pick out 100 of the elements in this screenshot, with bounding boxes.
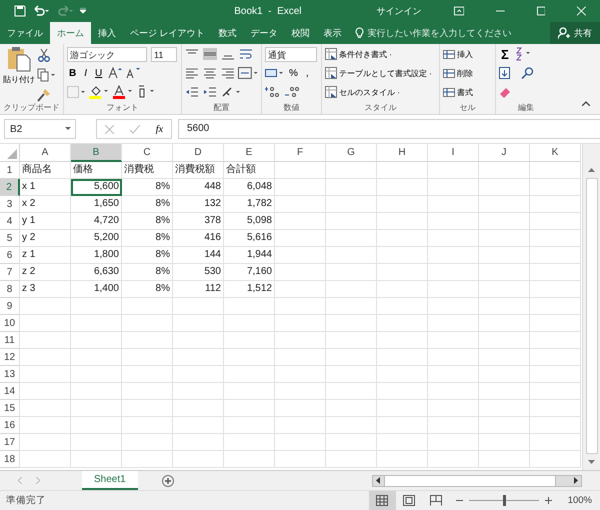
ribbon-tab[interactable]: 表示 <box>316 22 349 44</box>
insert-function-button[interactable]: fx <box>156 124 164 134</box>
format-painter-icon[interactable] <box>37 88 51 102</box>
align-center-icon[interactable] <box>202 67 217 79</box>
column-header[interactable]: B <box>71 144 122 162</box>
row-header[interactable]: 1 <box>0 162 20 179</box>
vertical-scrollbar[interactable] <box>582 144 600 470</box>
row-header[interactable]: 13 <box>0 366 20 383</box>
font-name-dropdown[interactable]: 游ゴシック <box>67 46 147 62</box>
orientation-icon[interactable] <box>221 86 241 98</box>
ribbon-tab[interactable]: 挿入 <box>91 22 123 44</box>
row-header[interactable]: 9 <box>0 298 20 315</box>
shrink-font-icon[interactable] <box>126 67 140 79</box>
row-header[interactable]: 17 <box>0 434 20 451</box>
percent-button[interactable]: % <box>287 68 300 78</box>
ribbon-tab[interactable]: ページ レイアウト <box>123 22 212 44</box>
style-menu-button[interactable]: 条件付き書式 · <box>325 46 436 62</box>
row-header[interactable]: 16 <box>0 417 20 434</box>
row-header[interactable]: 5 <box>0 230 20 247</box>
share-button[interactable]: 共有 <box>550 22 600 44</box>
merge-center-icon[interactable] <box>238 67 258 79</box>
add-sheet-icon[interactable] <box>162 474 174 486</box>
scroll-down-icon[interactable] <box>588 460 595 464</box>
save-icon[interactable] <box>14 5 26 17</box>
formula-input[interactable]: 5600 <box>178 119 600 139</box>
wrap-text-icon[interactable] <box>239 48 253 60</box>
cells-menu-button[interactable]: 削除 <box>443 65 492 81</box>
fill-color-icon[interactable] <box>89 85 109 99</box>
number-format-dropdown[interactable]: 通貨 <box>265 46 317 62</box>
scroll-up-icon[interactable] <box>588 168 595 172</box>
row-header[interactable]: 15 <box>0 400 20 417</box>
row-header[interactable]: 4 <box>0 213 20 230</box>
borders-icon[interactable] <box>67 86 85 98</box>
row-header[interactable]: 11 <box>0 332 20 349</box>
sign-in-link[interactable]: サインイン <box>376 4 422 18</box>
cells-menu-button[interactable]: 挿入 <box>443 46 492 62</box>
ribbon-tab[interactable]: 校閲 <box>284 22 317 44</box>
row-header[interactable]: 12 <box>0 349 20 366</box>
zoom-out-icon[interactable] <box>456 497 463 504</box>
collapse-ribbon-icon[interactable] <box>582 101 590 106</box>
increase-decimal-icon[interactable] <box>265 86 281 98</box>
bold-button[interactable]: B <box>67 68 78 78</box>
search-icon[interactable] <box>521 67 535 79</box>
align-right-icon[interactable] <box>220 67 234 79</box>
column-header[interactable]: K <box>530 144 581 162</box>
font-color-icon[interactable] <box>113 85 133 99</box>
maximize-icon[interactable] <box>536 6 546 16</box>
accounting-icon[interactable] <box>265 67 283 79</box>
tell-me-field[interactable]: 実行したい作業を入力してください <box>354 22 525 44</box>
horizontal-scrollbar[interactable] <box>372 474 582 486</box>
zoom-in-icon[interactable] <box>544 497 552 504</box>
align-middle-icon[interactable] <box>203 48 217 60</box>
name-box[interactable]: B2 <box>4 119 76 139</box>
underline-button[interactable]: U <box>93 68 104 78</box>
ribbon-tab[interactable]: データ <box>244 22 285 44</box>
row-header[interactable]: 6 <box>0 247 20 264</box>
column-header[interactable]: C <box>122 144 173 162</box>
cells-menu-button[interactable]: 書式 <box>443 84 492 100</box>
close-icon[interactable] <box>577 6 586 16</box>
ribbon-tab[interactable]: ファイル <box>0 22 50 44</box>
italic-button[interactable]: I <box>82 68 90 78</box>
eraser-icon[interactable] <box>499 86 513 98</box>
style-menu-button[interactable]: セルのスタイル · <box>325 84 436 100</box>
decrease-indent-icon[interactable] <box>185 86 199 98</box>
row-header[interactable]: 10 <box>0 315 20 332</box>
scroll-left-icon[interactable] <box>376 477 380 484</box>
style-menu-button[interactable]: テーブルとして書式設定 · <box>325 65 436 81</box>
ribbon-display-icon[interactable] <box>454 6 464 16</box>
font-size-dropdown[interactable]: 11 <box>151 46 177 62</box>
customize-caret-icon[interactable] <box>80 8 86 14</box>
column-header[interactable]: I <box>428 144 479 162</box>
increase-indent-icon[interactable] <box>203 86 217 98</box>
row-header[interactable]: 18 <box>0 451 20 468</box>
column-header[interactable]: F <box>275 144 326 162</box>
slider-thumb[interactable] <box>502 495 506 506</box>
view-button[interactable] <box>368 491 396 510</box>
column-header[interactable]: H <box>377 144 428 162</box>
row-header[interactable]: 14 <box>0 383 20 400</box>
undo-icon[interactable] <box>32 5 50 17</box>
copy-icon[interactable] <box>37 68 55 82</box>
column-header[interactable]: D <box>173 144 224 162</box>
row-header[interactable]: 3 <box>0 196 20 213</box>
grow-font-icon[interactable] <box>108 67 122 79</box>
decrease-decimal-icon[interactable] <box>285 86 301 98</box>
align-left-icon[interactable] <box>185 67 199 79</box>
row-header[interactable]: 2 <box>0 179 20 196</box>
column-header[interactable]: A <box>20 144 71 162</box>
ribbon-tab[interactable]: 数式 <box>212 22 244 44</box>
ribbon-tab[interactable]: ホーム <box>50 22 91 44</box>
comma-button[interactable]: , <box>304 68 311 78</box>
column-header[interactable]: G <box>326 144 377 162</box>
sheet-tab[interactable]: Sheet1 <box>82 470 138 490</box>
zoom-level[interactable]: 100% <box>568 495 592 506</box>
autosum-button[interactable]: Σ <box>499 46 511 62</box>
column-header[interactable]: E <box>224 144 275 162</box>
sort-filter-icon[interactable] <box>514 47 533 61</box>
row-header[interactable]: 8 <box>0 281 20 298</box>
column-header[interactable]: J <box>479 144 530 162</box>
row-header[interactable]: 7 <box>0 264 20 281</box>
scroll-right-icon[interactable] <box>574 477 578 484</box>
